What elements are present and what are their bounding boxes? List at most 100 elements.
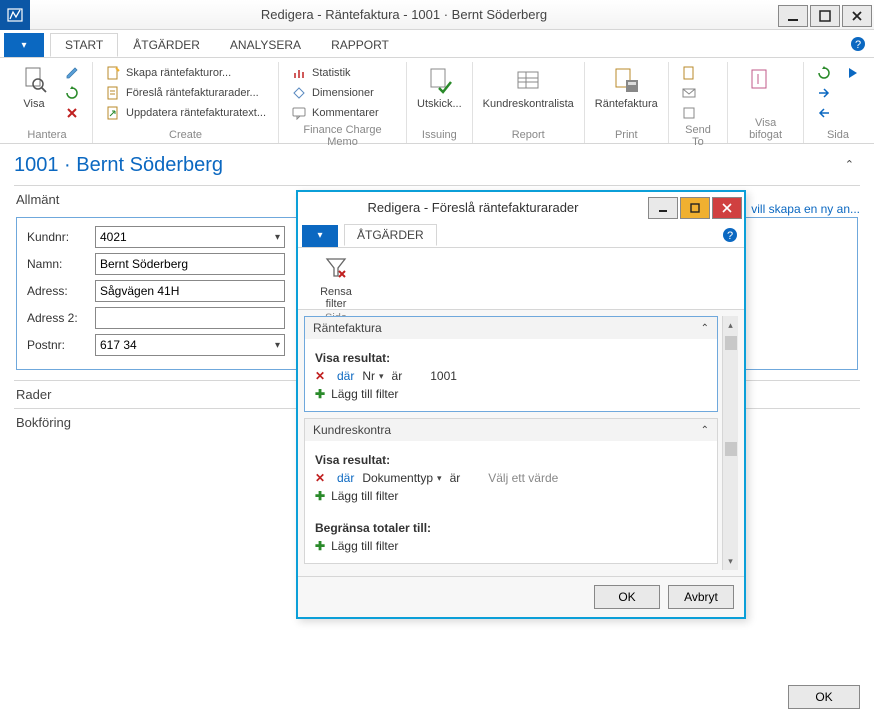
comment-icon: [291, 105, 307, 121]
tab-atgarder[interactable]: ÅTGÄRDER: [118, 33, 215, 57]
postnr-label: Postnr:: [27, 338, 95, 352]
kundreskontra-section: Kundreskontra ⌃ Visa resultat: ✕ där Dok…: [304, 418, 718, 564]
plus-icon: ✚: [315, 387, 325, 401]
statistik-button[interactable]: Statistik: [289, 64, 381, 82]
plus-icon-3: ✚: [315, 539, 325, 553]
app-menu-button[interactable]: [4, 33, 44, 57]
main-titlebar: Redigera - Räntefaktura - 1001 · Bernt S…: [0, 0, 874, 30]
add-filter-1-button[interactable]: ✚ Lägg till filter: [315, 387, 707, 401]
scroll-down-icon[interactable]: ▾: [723, 552, 738, 570]
tab-start[interactable]: START: [50, 33, 118, 57]
doc-check-icon: [423, 64, 455, 96]
help-icon[interactable]: ?: [850, 36, 866, 52]
rantefaktura-print-button[interactable]: Räntefaktura: [595, 64, 658, 110]
delete-x-icon: [64, 105, 80, 121]
visa-resultat-label-1: Visa resultat:: [315, 351, 707, 365]
dialog-close-button[interactable]: [712, 197, 742, 219]
dimensioner-button[interactable]: Dimensioner: [289, 84, 381, 102]
side-create-link[interactable]: vill skapa en ny an...: [751, 202, 860, 216]
foresla-rader-button[interactable]: Föreslå räntefakturarader...: [103, 84, 268, 102]
rensa-filter-button[interactable]: Rensa filter: [314, 252, 358, 310]
kundreskontralista-button[interactable]: Kundreskontralista: [483, 64, 574, 110]
dialog-minimize-button[interactable]: [648, 197, 678, 219]
dialog-tabs: ÅTGÄRDER ?: [298, 222, 744, 248]
sendto-3-button[interactable]: [679, 104, 699, 122]
dimensions-icon: [291, 85, 307, 101]
remove-filter-1-button[interactable]: ✕: [315, 369, 329, 383]
tab-analysera[interactable]: ANALYSERA: [215, 33, 316, 57]
doc-lines-icon: [105, 85, 121, 101]
utskick-button[interactable]: Utskick...: [417, 64, 462, 110]
dialog-app-menu-button[interactable]: [302, 225, 338, 247]
sendto-1-button[interactable]: [679, 64, 699, 82]
refresh-page-button[interactable]: [814, 64, 834, 82]
arrow-left-icon: [816, 105, 832, 121]
add-filter-3-button[interactable]: ✚ Lägg till filter: [315, 539, 707, 553]
begransa-label: Begränsa totaler till:: [315, 521, 707, 535]
ribbon-body: Visa Hantera Skapa räntefakturor... Före…: [0, 58, 874, 144]
refresh-small-button[interactable]: [62, 84, 82, 102]
group-create-title: Create: [103, 127, 268, 141]
visa-label: Visa: [23, 98, 44, 110]
refresh-green-icon: [64, 85, 80, 101]
funnel-x-icon: [320, 252, 352, 284]
main-ok-button[interactable]: OK: [788, 685, 860, 709]
svg-text:?: ?: [727, 230, 733, 242]
doc-send-icon: [681, 65, 697, 81]
kundnr-select[interactable]: 4021: [95, 226, 285, 248]
skapa-rantefakturor-button[interactable]: Skapa räntefakturor...: [103, 64, 268, 82]
svg-text:?: ?: [855, 39, 861, 51]
adress-input[interactable]: [95, 280, 285, 302]
dialog-help-icon[interactable]: ?: [722, 227, 738, 243]
visa-bifogat-button[interactable]: [738, 64, 782, 96]
visa-button[interactable]: Visa: [12, 64, 56, 110]
remove-filter-2-button[interactable]: ✕: [315, 471, 329, 485]
kundnr-label: Kundnr:: [27, 230, 95, 244]
kommentarer-button[interactable]: Kommentarer: [289, 104, 381, 122]
dialog-cancel-button[interactable]: Avbryt: [668, 585, 734, 609]
filter-1-field-select[interactable]: Nr: [362, 369, 383, 383]
barchart-icon: [291, 65, 307, 81]
table-icon: [512, 64, 544, 96]
dialog-maximize-button[interactable]: [680, 197, 710, 219]
is-1: är: [392, 369, 403, 383]
rantefaktura-section: Räntefaktura ⌃ Visa resultat: ✕ där Nr ä…: [304, 316, 718, 412]
next-button[interactable]: [814, 84, 834, 102]
delete-small-button[interactable]: [62, 104, 82, 122]
collapse-caret-icon[interactable]: ⌃: [845, 158, 854, 171]
where-1: där: [337, 369, 354, 383]
plus-icon-2: ✚: [315, 489, 325, 503]
section-collapse-icon[interactable]: ⌃: [701, 323, 709, 334]
sendto-2-button[interactable]: [679, 84, 699, 102]
maximize-button[interactable]: [810, 5, 840, 27]
export-icon: [681, 105, 697, 121]
uppdatera-text-button[interactable]: Uppdatera räntefakturatext...: [103, 104, 268, 122]
prev-button[interactable]: [814, 104, 834, 122]
filter-2-value-placeholder[interactable]: Välj ett värde: [488, 471, 558, 485]
filter-1-value[interactable]: 1001: [430, 369, 457, 383]
group-sida-title: Sida: [814, 127, 862, 141]
section-collapse-icon-2[interactable]: ⌃: [701, 425, 709, 436]
namn-input[interactable]: [95, 253, 285, 275]
adress2-input[interactable]: [95, 307, 285, 329]
page-title: 1001 · Bernt Söderberg: [14, 154, 860, 177]
dialog-tab-atgarder[interactable]: ÅTGÄRDER: [344, 224, 437, 246]
postnr-select[interactable]: 617 34: [95, 334, 285, 356]
dialog-titlebar: Redigera - Föreslå räntefakturarader: [298, 192, 744, 222]
suggest-lines-dialog: Redigera - Föreslå räntefakturarader ÅTG…: [296, 190, 746, 619]
is-2: är: [450, 471, 461, 485]
dialog-scrollbar[interactable]: ▴ ▾: [722, 316, 738, 570]
filter-2-field-select[interactable]: Dokumenttyp: [362, 471, 441, 485]
tab-rapport[interactable]: RAPPORT: [316, 33, 404, 57]
scroll-thumb[interactable]: [725, 336, 737, 350]
close-button[interactable]: [842, 5, 872, 27]
play-button[interactable]: [842, 64, 862, 82]
dialog-content: Räntefaktura ⌃ Visa resultat: ✕ där Nr ä…: [298, 310, 744, 576]
minimize-button[interactable]: [778, 5, 808, 27]
scroll-up-icon[interactable]: ▴: [723, 316, 738, 334]
edit-small-button[interactable]: [62, 64, 82, 82]
filter-row-1: ✕ där Nr är 1001: [315, 369, 707, 383]
add-filter-2-button[interactable]: ✚ Lägg till filter: [315, 489, 707, 503]
dialog-ok-button[interactable]: OK: [594, 585, 660, 609]
scroll-marker: [725, 442, 737, 456]
